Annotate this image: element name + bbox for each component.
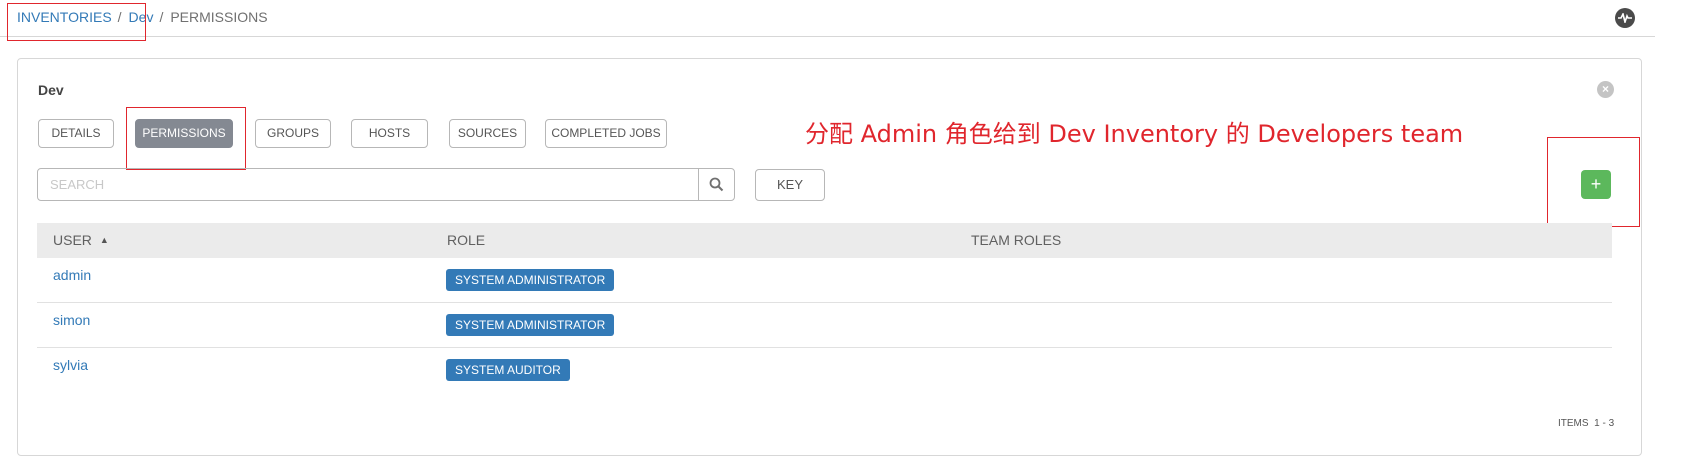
search-input[interactable] <box>38 169 698 200</box>
user-link[interactable]: sylvia <box>53 357 88 373</box>
search-icon <box>709 177 724 192</box>
tab-hosts[interactable]: HOSTS <box>351 119 428 148</box>
close-icon[interactable]: × <box>1597 81 1614 98</box>
panel-title: Dev <box>38 82 64 98</box>
role-badge: SYSTEM ADMINISTRATOR <box>446 269 615 291</box>
tab-permissions[interactable]: PERMISSIONS <box>135 119 233 148</box>
annotation-text: 分配 Admin 角色给到 Dev Inventory 的 Developers… <box>805 120 1464 148</box>
add-button[interactable]: + <box>1581 170 1611 199</box>
tab-details[interactable]: DETAILS <box>38 119 114 148</box>
role-badge: SYSTEM ADMINISTRATOR <box>446 314 615 336</box>
user-link[interactable]: admin <box>53 267 91 283</box>
pagination-info: ITEMS 1 - 3 <box>1558 418 1614 429</box>
activity-stream-icon[interactable] <box>1615 8 1635 28</box>
tab-groups[interactable]: GROUPS <box>255 119 331 148</box>
breadcrumb: INVENTORIES / Dev / PERMISSIONS <box>17 9 268 25</box>
breadcrumb-separator: / <box>159 9 164 25</box>
column-user[interactable]: USER ▲ <box>53 232 109 248</box>
role-badge: SYSTEM AUDITOR <box>446 359 570 381</box>
column-role: ROLE <box>447 232 486 248</box>
top-bar: INVENTORIES / Dev / PERMISSIONS <box>0 0 1655 37</box>
breadcrumb-inventories[interactable]: INVENTORIES <box>17 9 112 25</box>
tab-sources[interactable]: SOURCES <box>449 119 526 148</box>
column-user-label: USER <box>53 232 92 248</box>
breadcrumb-dev[interactable]: Dev <box>129 9 154 25</box>
tab-completed-jobs[interactable]: COMPLETED JOBS <box>545 119 667 148</box>
user-link[interactable]: simon <box>53 312 90 328</box>
table-row: admin SYSTEM ADMINISTRATOR <box>37 258 1612 303</box>
key-button[interactable]: KEY <box>755 169 825 201</box>
search-button[interactable] <box>698 169 734 200</box>
pagination-range: 1 - 3 <box>1594 418 1615 429</box>
search-bar <box>37 168 735 201</box>
breadcrumb-permissions: PERMISSIONS <box>170 9 268 25</box>
breadcrumb-separator: / <box>117 9 122 25</box>
sort-ascending-icon: ▲ <box>99 235 109 245</box>
table-row: sylvia SYSTEM AUDITOR <box>37 348 1612 393</box>
pagination-label: ITEMS <box>1558 418 1589 429</box>
table-header: USER ▲ ROLE TEAM ROLES <box>37 223 1612 258</box>
table-row: simon SYSTEM ADMINISTRATOR <box>37 303 1612 348</box>
column-team-roles: TEAM ROLES <box>971 232 1062 248</box>
